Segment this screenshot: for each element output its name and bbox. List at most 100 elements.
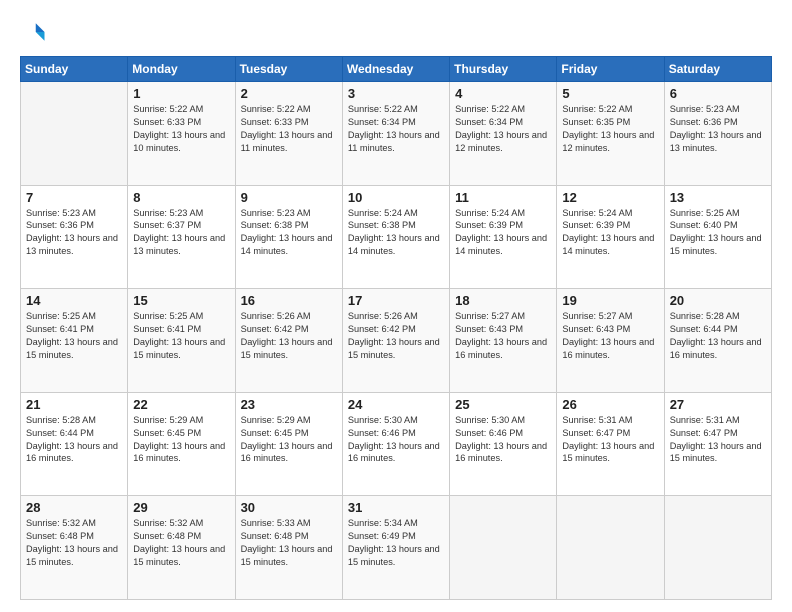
calendar-week-5: 28 Sunrise: 5:32 AM Sunset: 6:48 PM Dayli… xyxy=(21,496,772,600)
day-number: 14 xyxy=(26,293,122,308)
day-info: Sunrise: 5:32 AM Sunset: 6:48 PM Dayligh… xyxy=(133,517,229,569)
calendar-cell: 19Sunrise: 5:27 AM Sunset: 6:43 PM Dayli… xyxy=(557,289,664,393)
day-number: 24 xyxy=(348,397,444,412)
day-number: 8 xyxy=(133,190,229,205)
day-number: 15 xyxy=(133,293,229,308)
calendar-cell: 17 Sunrise: 5:26 AM Sunset: 6:42 PM Dayli… xyxy=(342,289,449,393)
calendar-cell: 2Sunrise: 5:22 AM Sunset: 6:33 PM Daylig… xyxy=(235,82,342,186)
day-info: Sunrise: 5:22 AM Sunset: 6:34 PM Dayligh… xyxy=(455,103,551,155)
day-info: Sunrise: 5:29 AM Sunset: 6:45 PM Dayligh… xyxy=(241,414,337,466)
day-number: 25 xyxy=(455,397,551,412)
calendar-cell xyxy=(450,496,557,600)
calendar-cell: 28 Sunrise: 5:32 AM Sunset: 6:48 PM Dayli… xyxy=(21,496,128,600)
calendar-week-1: 1 Sunrise: 5:22 AM Sunset: 6:33 PM Daylig… xyxy=(21,82,772,186)
calendar-cell xyxy=(21,82,128,186)
day-number: 21 xyxy=(26,397,122,412)
logo-icon xyxy=(20,18,48,46)
day-info: Sunrise: 5:30 AM Sunset: 6:46 PM Dayligh… xyxy=(455,414,551,466)
day-info: Sunrise: 5:31 AM Sunset: 6:47 PM Dayligh… xyxy=(670,414,766,466)
day-info: Sunrise: 5:28 AM Sunset: 6:44 PM Dayligh… xyxy=(670,310,766,362)
calendar-cell xyxy=(664,496,771,600)
day-number: 1 xyxy=(133,86,229,101)
calendar-week-2: 7 Sunrise: 5:23 AM Sunset: 6:36 PM Daylig… xyxy=(21,185,772,289)
day-info: Sunrise: 5:33 AM Sunset: 6:48 PM Dayligh… xyxy=(241,517,337,569)
day-number: 5 xyxy=(562,86,658,101)
calendar-cell xyxy=(557,496,664,600)
calendar-header-thursday: Thursday xyxy=(450,57,557,82)
calendar-week-4: 21 Sunrise: 5:28 AM Sunset: 6:44 PM Dayli… xyxy=(21,392,772,496)
calendar-header-monday: Monday xyxy=(128,57,235,82)
calendar-header-wednesday: Wednesday xyxy=(342,57,449,82)
day-info: Sunrise: 5:32 AM Sunset: 6:48 PM Dayligh… xyxy=(26,517,122,569)
calendar-cell: 7 Sunrise: 5:23 AM Sunset: 6:36 PM Daylig… xyxy=(21,185,128,289)
day-info: Sunrise: 5:26 AM Sunset: 6:42 PM Dayligh… xyxy=(241,310,337,362)
day-number: 6 xyxy=(670,86,766,101)
calendar-header-row: SundayMondayTuesdayWednesdayThursdayFrid… xyxy=(21,57,772,82)
day-info: Sunrise: 5:31 AM Sunset: 6:47 PM Dayligh… xyxy=(562,414,658,466)
calendar-cell: 25 Sunrise: 5:30 AM Sunset: 6:46 PM Dayli… xyxy=(450,392,557,496)
day-number: 12 xyxy=(562,190,658,205)
day-number: 7 xyxy=(26,190,122,205)
day-number: 4 xyxy=(455,86,551,101)
day-number: 30 xyxy=(241,500,337,515)
day-info: Sunrise: 5:24 AM Sunset: 6:39 PM Dayligh… xyxy=(562,207,658,259)
day-info: Sunrise: 5:28 AM Sunset: 6:44 PM Dayligh… xyxy=(26,414,122,466)
calendar-cell: 18 Sunrise: 5:27 AM Sunset: 6:43 PM Dayli… xyxy=(450,289,557,393)
day-info: Sunrise: 5:27 AM Sunset: 6:43 PM Dayligh… xyxy=(562,310,658,362)
day-number: 31 xyxy=(348,500,444,515)
day-number: 10 xyxy=(348,190,444,205)
calendar-cell: 11Sunrise: 5:24 AM Sunset: 6:39 PM Dayli… xyxy=(450,185,557,289)
calendar-cell: 1 Sunrise: 5:22 AM Sunset: 6:33 PM Daylig… xyxy=(128,82,235,186)
calendar-cell: 20 Sunrise: 5:28 AM Sunset: 6:44 PM Dayli… xyxy=(664,289,771,393)
day-info: Sunrise: 5:22 AM Sunset: 6:33 PM Dayligh… xyxy=(133,103,229,155)
day-number: 23 xyxy=(241,397,337,412)
calendar-cell: 30 Sunrise: 5:33 AM Sunset: 6:48 PM Dayli… xyxy=(235,496,342,600)
day-number: 27 xyxy=(670,397,766,412)
header xyxy=(20,18,772,46)
day-info: Sunrise: 5:22 AM Sunset: 6:35 PM Dayligh… xyxy=(562,103,658,155)
calendar-cell: 3Sunrise: 5:22 AM Sunset: 6:34 PM Daylig… xyxy=(342,82,449,186)
page: SundayMondayTuesdayWednesdayThursdayFrid… xyxy=(0,0,792,612)
calendar-header-saturday: Saturday xyxy=(664,57,771,82)
day-info: Sunrise: 5:25 AM Sunset: 6:41 PM Dayligh… xyxy=(133,310,229,362)
day-info: Sunrise: 5:29 AM Sunset: 6:45 PM Dayligh… xyxy=(133,414,229,466)
day-info: Sunrise: 5:23 AM Sunset: 6:38 PM Dayligh… xyxy=(241,207,337,259)
day-number: 3 xyxy=(348,86,444,101)
day-number: 26 xyxy=(562,397,658,412)
calendar-cell: 23 Sunrise: 5:29 AM Sunset: 6:45 PM Dayli… xyxy=(235,392,342,496)
calendar-cell: 12 Sunrise: 5:24 AM Sunset: 6:39 PM Dayli… xyxy=(557,185,664,289)
calendar-table: SundayMondayTuesdayWednesdayThursdayFrid… xyxy=(20,56,772,600)
calendar-header-sunday: Sunday xyxy=(21,57,128,82)
day-info: Sunrise: 5:26 AM Sunset: 6:42 PM Dayligh… xyxy=(348,310,444,362)
day-number: 20 xyxy=(670,293,766,308)
day-number: 16 xyxy=(241,293,337,308)
day-info: Sunrise: 5:30 AM Sunset: 6:46 PM Dayligh… xyxy=(348,414,444,466)
calendar-week-3: 14 Sunrise: 5:25 AM Sunset: 6:41 PM Dayli… xyxy=(21,289,772,393)
calendar-cell: 15 Sunrise: 5:25 AM Sunset: 6:41 PM Dayli… xyxy=(128,289,235,393)
day-number: 11 xyxy=(455,190,551,205)
day-info: Sunrise: 5:23 AM Sunset: 6:36 PM Dayligh… xyxy=(26,207,122,259)
calendar-cell: 5 Sunrise: 5:22 AM Sunset: 6:35 PM Daylig… xyxy=(557,82,664,186)
day-number: 22 xyxy=(133,397,229,412)
day-number: 2 xyxy=(241,86,337,101)
calendar-header-friday: Friday xyxy=(557,57,664,82)
calendar-cell: 22 Sunrise: 5:29 AM Sunset: 6:45 PM Dayli… xyxy=(128,392,235,496)
calendar-cell: 31 Sunrise: 5:34 AM Sunset: 6:49 PM Dayli… xyxy=(342,496,449,600)
calendar-cell: 14Sunrise: 5:25 AM Sunset: 6:41 PM Dayli… xyxy=(21,289,128,393)
day-info: Sunrise: 5:25 AM Sunset: 6:40 PM Dayligh… xyxy=(670,207,766,259)
day-number: 9 xyxy=(241,190,337,205)
calendar-cell: 13Sunrise: 5:25 AM Sunset: 6:40 PM Dayli… xyxy=(664,185,771,289)
calendar-cell: 21 Sunrise: 5:28 AM Sunset: 6:44 PM Dayli… xyxy=(21,392,128,496)
day-info: Sunrise: 5:27 AM Sunset: 6:43 PM Dayligh… xyxy=(455,310,551,362)
calendar-cell: 29Sunrise: 5:32 AM Sunset: 6:48 PM Dayli… xyxy=(128,496,235,600)
calendar-cell: 4 Sunrise: 5:22 AM Sunset: 6:34 PM Daylig… xyxy=(450,82,557,186)
day-info: Sunrise: 5:23 AM Sunset: 6:37 PM Dayligh… xyxy=(133,207,229,259)
calendar-cell: 27 Sunrise: 5:31 AM Sunset: 6:47 PM Dayli… xyxy=(664,392,771,496)
day-number: 28 xyxy=(26,500,122,515)
day-info: Sunrise: 5:23 AM Sunset: 6:36 PM Dayligh… xyxy=(670,103,766,155)
day-number: 18 xyxy=(455,293,551,308)
day-number: 17 xyxy=(348,293,444,308)
calendar-cell: 9 Sunrise: 5:23 AM Sunset: 6:38 PM Daylig… xyxy=(235,185,342,289)
day-info: Sunrise: 5:24 AM Sunset: 6:38 PM Dayligh… xyxy=(348,207,444,259)
day-info: Sunrise: 5:34 AM Sunset: 6:49 PM Dayligh… xyxy=(348,517,444,569)
